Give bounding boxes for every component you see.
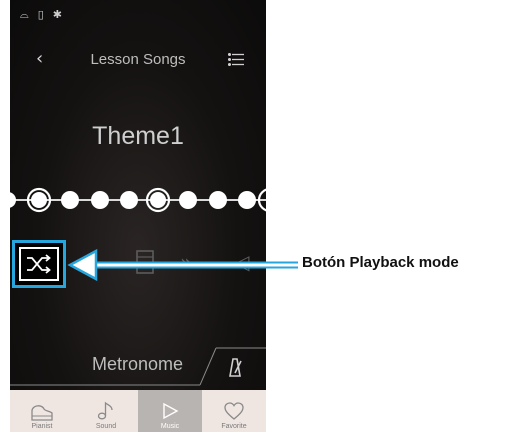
bottom-tab-bar: Pianist Sound Music Favorite xyxy=(10,390,266,432)
position-dot xyxy=(10,192,16,208)
tab-label: Pianist xyxy=(31,423,53,430)
tab-pianist[interactable]: Pianist xyxy=(10,390,74,432)
metronome-bar[interactable]: Metronome xyxy=(10,346,266,386)
position-dot xyxy=(209,191,227,209)
metronome-icon[interactable] xyxy=(222,354,248,380)
position-dot xyxy=(238,191,256,209)
position-dot xyxy=(31,192,47,208)
position-dot xyxy=(61,191,79,209)
tab-music[interactable]: Music xyxy=(138,390,202,432)
shuffle-icon xyxy=(19,247,59,281)
callout-label: Botón Playback mode xyxy=(302,254,459,271)
rewind-icon[interactable]: ⟨ xyxy=(88,250,96,274)
song-title: Theme1 xyxy=(92,122,184,150)
headphones-icon: ⌓ xyxy=(20,8,29,21)
volume-icon[interactable]: ◁ xyxy=(234,250,249,274)
usb-icon: ▯ xyxy=(37,8,44,21)
playback-controls: ⟨ » ◁ xyxy=(10,240,266,288)
play-icon xyxy=(163,402,179,420)
playback-mode-button[interactable] xyxy=(12,240,66,288)
piano-icon xyxy=(31,405,53,421)
tab-label: Music xyxy=(160,423,180,430)
app-screen: ⌓ ▯ ✱ ‹ Lesson Songs Theme1 ⟨ » ◁ Metron… xyxy=(10,0,266,432)
status-bar: ⌓ ▯ ✱ xyxy=(20,8,62,22)
heart-icon xyxy=(224,402,244,420)
song-position-dots[interactable] xyxy=(10,182,266,218)
position-dot xyxy=(150,192,166,208)
tab-favorite[interactable]: Favorite xyxy=(202,390,266,432)
tab-sound[interactable]: Sound xyxy=(74,390,138,432)
sheet-icon[interactable] xyxy=(136,250,154,274)
bluetooth-icon: ✱ xyxy=(52,8,62,21)
header: ‹ Lesson Songs xyxy=(10,46,266,74)
metronome-label: Metronome xyxy=(92,354,184,374)
position-dot xyxy=(179,191,197,209)
note-icon xyxy=(97,401,113,420)
tab-label: Sound xyxy=(95,423,117,430)
tempo-icon[interactable]: » xyxy=(180,250,192,274)
list-icon[interactable] xyxy=(228,53,244,66)
position-dot xyxy=(91,191,109,209)
tab-label: Favorite xyxy=(221,423,247,430)
position-dot xyxy=(120,191,138,209)
